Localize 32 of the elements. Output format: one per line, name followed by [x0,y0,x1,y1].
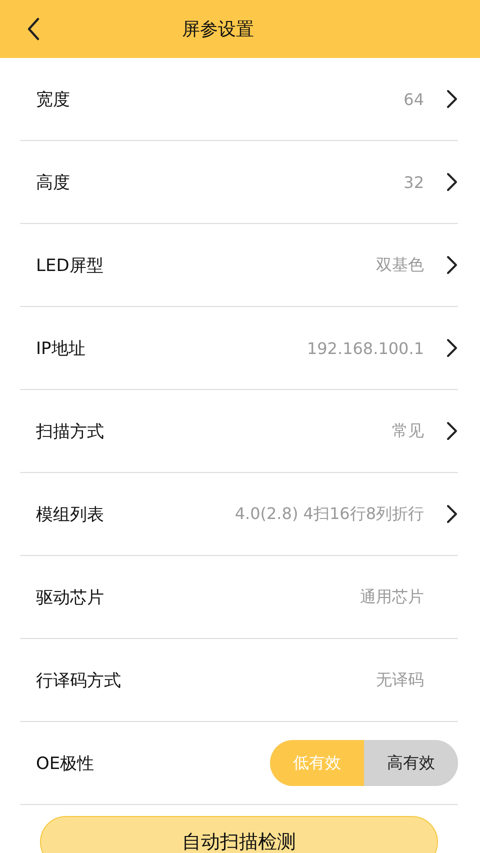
page-title: 屏参设置 [182,18,254,41]
chevron-right-icon [446,255,458,275]
row-value: 双基色 [376,254,424,276]
chevron-right-icon [446,89,458,109]
settings-row[interactable]: 高度 32 [20,141,458,224]
row-label: LED屏型 [36,254,104,276]
settings-row[interactable]: 扫描方式 常见 [20,390,458,473]
row-label: 驱动芯片 [36,586,105,608]
row-label: 模组列表 [36,504,105,526]
row-label: OE极性 [36,752,96,774]
row-value: 通用芯片 [360,586,424,608]
chevron-right-icon [446,338,458,358]
row-value: 64 [404,90,424,108]
row-label: 宽度 [36,88,71,110]
settings-row[interactable]: 模组列表 4.0(2.8) 4扫16行8列折行 [20,473,458,556]
chevron-right-icon [446,504,458,524]
chevron-right-icon [446,172,458,192]
row-label: IP地址 [36,338,86,360]
row-value: 无译码 [376,670,424,690]
row-label: 高度 [36,172,71,194]
row-value: 192.168.100.1 [306,338,424,358]
settings-row[interactable]: LED屏型 双基色 [20,224,458,307]
row-value: 32 [404,172,424,192]
row-value: 常见 [392,420,424,442]
row-value: 4.0(2.8) 4扫16行8列折行 [234,504,424,524]
row-label: 行译码方式 [36,670,122,692]
back-icon [26,17,40,41]
settings-row[interactable]: 宽度 64 [20,58,458,141]
settings-row[interactable]: IP地址 192.168.100.1 [20,307,458,390]
row-label: 扫描方式 [36,420,105,442]
chevron-right-icon [446,421,458,441]
auto-scan-button[interactable]: 自动扫描检测 [40,816,438,853]
